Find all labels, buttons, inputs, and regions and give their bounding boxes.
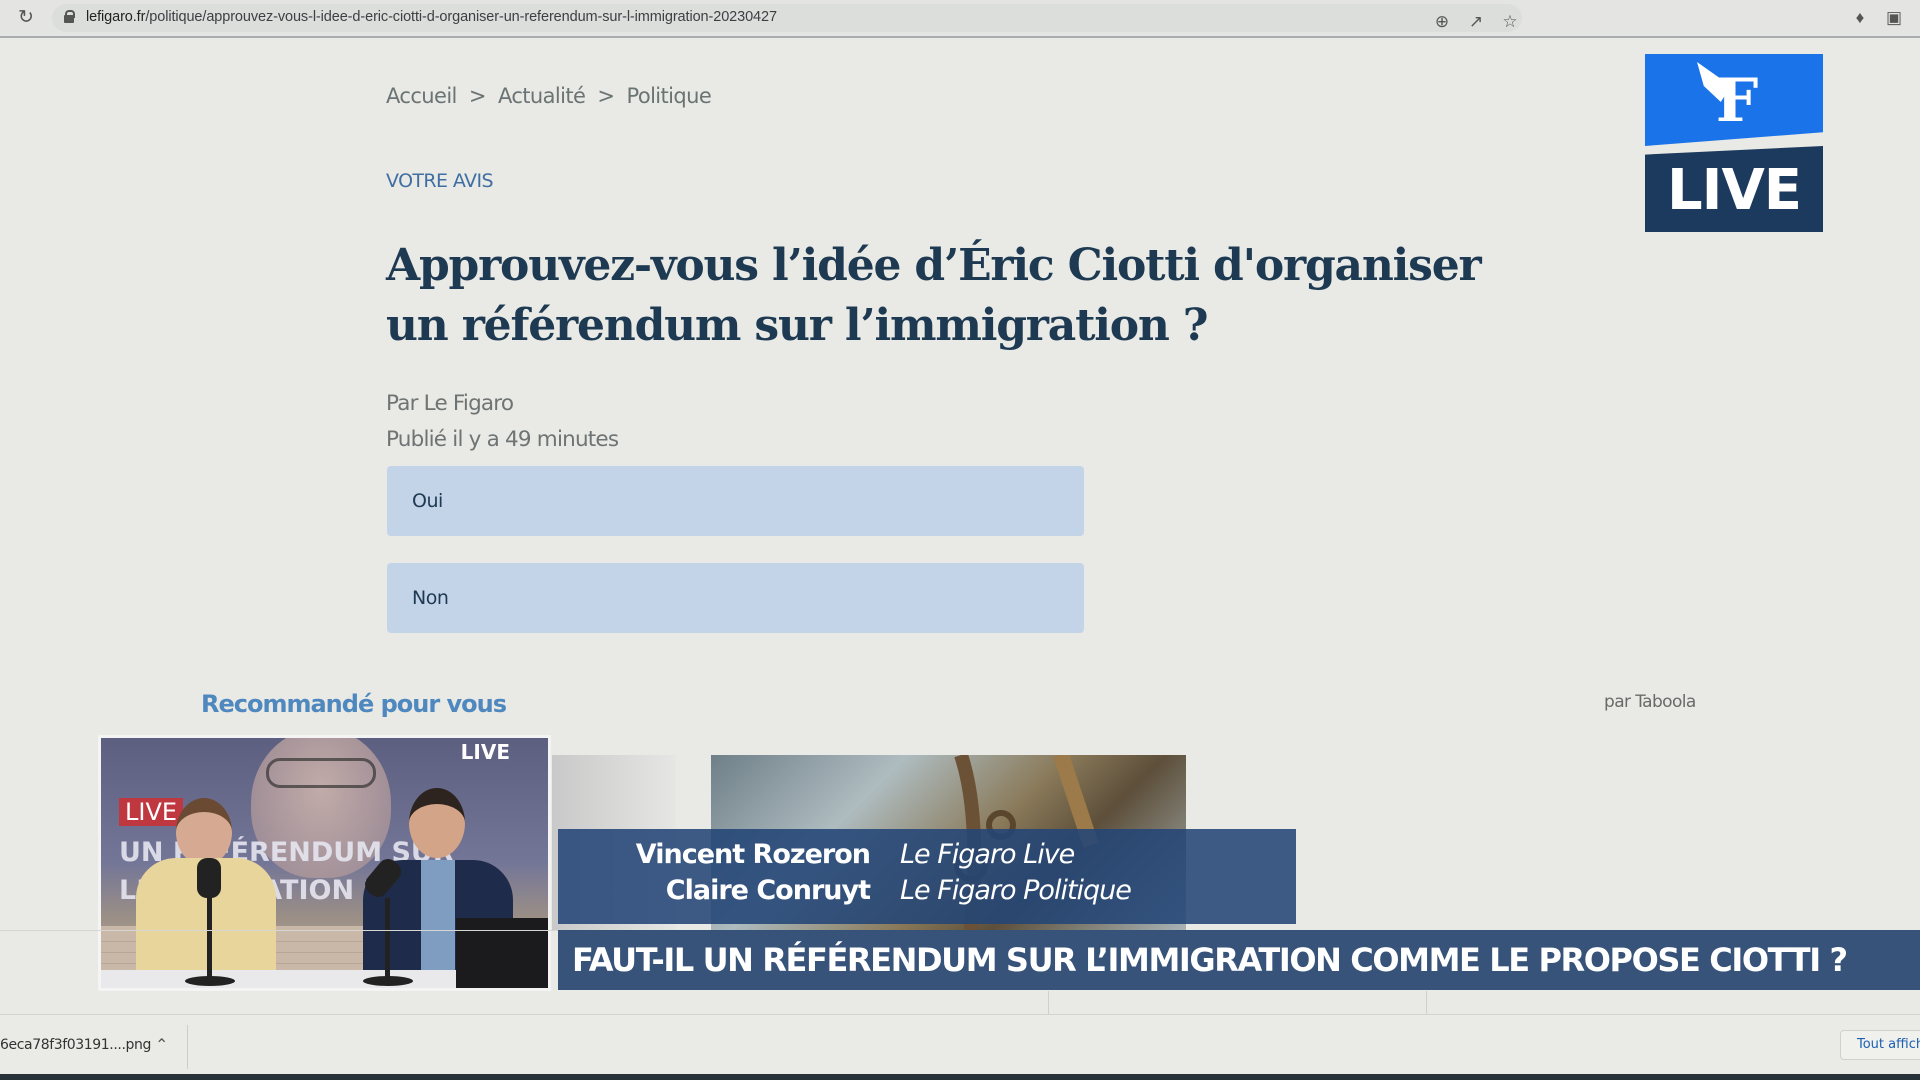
share-icon[interactable]: ↗	[1464, 10, 1488, 34]
figaro-live-logo: F LIVE	[1645, 54, 1823, 232]
extensions-icon[interactable]: ♦	[1848, 6, 1872, 30]
reload-icon[interactable]: ↻	[16, 8, 36, 28]
page-title: Approuvez-vous l’idée d’Éric Ciotti d'or…	[386, 240, 1482, 351]
live-badge: LIVE	[460, 740, 510, 764]
logo-live-text: LIVE	[1666, 158, 1802, 223]
poll-option-non[interactable]: Non	[387, 563, 1084, 633]
poll-option-oui[interactable]: Oui	[387, 466, 1084, 536]
section-kicker[interactable]: VOTRE AVIS	[386, 170, 494, 192]
microphone-icon	[197, 858, 221, 898]
show-all-downloads-button[interactable]: Tout afficher	[1840, 1030, 1920, 1060]
breadcrumb-separator: >	[468, 84, 487, 108]
byline: Par Le Figaro Publié il y a 49 minutes	[386, 386, 619, 458]
breadcrumb-politique[interactable]: Politique	[627, 84, 712, 108]
taskbar	[0, 1074, 1920, 1080]
url-text[interactable]: lefigaro.fr/politique/approuvez-vous-l-i…	[86, 9, 777, 25]
glasses-shape	[266, 758, 376, 788]
headline-banner: FAUT-IL UN RÉFÉRENDUM SUR L’IMMIGRATION …	[558, 930, 1920, 990]
publish-time: Publié il y a 49 minutes	[386, 427, 619, 452]
bookmark-star-icon[interactable]: ☆	[1498, 10, 1522, 34]
breadcrumb: Accueil > Actualité > Politique	[386, 84, 717, 108]
breadcrumb-home[interactable]: Accueil	[386, 84, 457, 108]
guest-row: Vincent Rozeron Le Figaro Live	[635, 839, 1076, 870]
chevron-up-icon[interactable]: ⌃	[155, 1035, 168, 1055]
figaro-f-icon: F	[1715, 66, 1759, 136]
download-item[interactable]: 6eca78f3f03191....png	[0, 1037, 151, 1053]
breadcrumb-separator: >	[597, 84, 615, 108]
recommendations-heading: Recommandé pour vous	[201, 690, 507, 718]
downloads-bar: 6eca78f3f03191....png ⌃ Tout afficher	[0, 1014, 1920, 1074]
side-panel-icon[interactable]: ▣	[1882, 6, 1906, 30]
browser-toolbar: ↻ lefigaro.fr/politique/approuvez-vous-l…	[0, 0, 1920, 38]
author: Par Le Figaro	[386, 391, 514, 416]
address-bar[interactable]: lefigaro.fr/politique/approuvez-vous-l-i…	[52, 4, 1522, 32]
breadcrumb-actualite[interactable]: Actualité	[498, 84, 586, 108]
lock-icon[interactable]	[64, 10, 75, 23]
zoom-icon[interactable]: ⊕	[1430, 10, 1454, 34]
taboola-credit[interactable]: par Taboola	[1604, 692, 1696, 712]
guest-row: Claire Conruyt Le Figaro Politique	[665, 875, 1132, 906]
guest-names-overlay: Vincent Rozeron Le Figaro Live Claire Co…	[558, 829, 1296, 924]
